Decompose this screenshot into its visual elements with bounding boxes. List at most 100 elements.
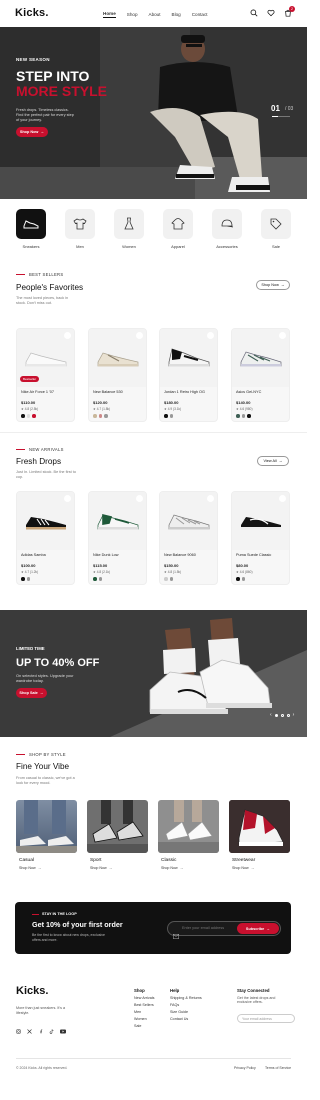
product-price: $140.00 — [236, 400, 251, 405]
category-men[interactable]: Men — [65, 209, 95, 249]
best-sellers-shop-now-button[interactable]: Shop Now → — [256, 280, 290, 290]
privacy-policy-link[interactable]: Privacy Policy — [234, 1066, 256, 1070]
category-accessories[interactable]: Accessories — [212, 209, 242, 249]
slide-current: 01 — [271, 104, 280, 113]
nav-contact[interactable]: Contact — [192, 12, 208, 17]
promo-subtitle: On selected styles. Upgrade your wardrob… — [16, 673, 74, 683]
cart-count-badge: 2 — [289, 6, 295, 12]
product-card[interactable]: New Balance 530 $120.00 ★ 4.7 (1.8k) — [88, 328, 147, 422]
subscribe-button[interactable]: Subscribe → — [237, 923, 279, 934]
category-women[interactable]: Women — [114, 209, 144, 249]
product-card[interactable]: Bestseller Nike Air Force 1 '07 $110.00 ★ … — [16, 328, 75, 422]
youtube-icon[interactable] — [60, 1021, 66, 1039]
product-name: Jordan 1 Retro High OG — [164, 390, 205, 394]
instagram-icon[interactable] — [16, 1021, 21, 1039]
product-rating: ★ 4.6 (980) — [236, 407, 253, 411]
footer-link[interactable]: Contact Us — [170, 1017, 202, 1021]
shoe-image — [240, 351, 281, 367]
shop-sale-button[interactable]: Shop Sale → — [16, 688, 47, 698]
product-card[interactable]: New Balance 9060 $150.00 ★ 4.8 (1.5k) — [159, 491, 218, 585]
product-card[interactable]: Adidas Samba $100.00 ★ 4.7 (1.2k) — [16, 491, 75, 585]
footer-link[interactable]: Sale — [134, 1024, 155, 1028]
product-card[interactable]: Jordan 1 Retro High OG $180.00 ★ 4.9 (3.1k… — [159, 328, 218, 422]
footer-logo[interactable]: Kicks. — [16, 985, 48, 997]
shoe-image — [25, 352, 66, 367]
brand-logo[interactable]: Kicks. — [15, 7, 49, 19]
wishlist-heart-icon[interactable] — [136, 495, 143, 502]
product-price: $120.00 — [93, 400, 108, 405]
footer-link[interactable]: Size Guide — [170, 1010, 202, 1014]
style-card-streetwear[interactable]: Streetwear Shop Now → — [229, 800, 290, 870]
wishlist-heart-icon[interactable] — [279, 332, 286, 339]
heart-icon[interactable] — [267, 9, 275, 17]
footer-link[interactable]: Shipping & Returns — [170, 996, 202, 1000]
nav-home[interactable]: Home — [103, 11, 116, 18]
newsletter-email-input[interactable] — [182, 926, 237, 930]
wishlist-heart-icon[interactable] — [64, 495, 71, 502]
wishlist-heart-icon[interactable] — [207, 332, 214, 339]
cart-icon[interactable]: 2 — [284, 6, 295, 17]
footer-link[interactable]: Men — [134, 1010, 155, 1014]
newsletter-subtitle: Be the first to know about new drops, ex… — [32, 933, 105, 942]
chevron-left-icon[interactable]: ‹ — [270, 712, 272, 718]
product-card[interactable]: Asics Gel-NYC $140.00 ★ 4.6 (980) — [231, 328, 290, 422]
new-arrivals-title: Fresh Drops — [16, 457, 62, 466]
terms-link[interactable]: Terms of Service — [265, 1066, 291, 1070]
sport-photo — [87, 800, 148, 853]
nav-blog[interactable]: Blog — [172, 12, 181, 17]
style-shop-now-link[interactable]: Shop Now → — [232, 866, 290, 870]
footer-link[interactable]: Best Sellers — [134, 1003, 155, 1007]
wishlist-heart-icon[interactable] — [207, 495, 214, 502]
category-sale[interactable]: Sale — [261, 209, 291, 249]
product-name: New Balance 9060 — [164, 553, 196, 557]
carousel-dot[interactable] — [280, 713, 284, 717]
style-shop-now-link[interactable]: Shop Now → — [161, 866, 219, 870]
nav-about[interactable]: About — [149, 12, 161, 17]
vibe-title: Fine Your Vibe — [16, 762, 70, 771]
product-rating: ★ 4.8 (2.1k) — [93, 570, 111, 574]
hero-shop-now-button[interactable]: Shop Now → — [16, 127, 48, 137]
product-card[interactable]: Puma Suede Classic $80.00 ★ 4.6 (860) — [231, 491, 290, 585]
wishlist-heart-icon[interactable] — [279, 495, 286, 502]
view-all-button[interactable]: View All → — [257, 456, 289, 466]
social-links — [16, 1021, 66, 1039]
product-rating: ★ 4.6 (860) — [236, 570, 253, 574]
arrow-right-icon: → — [266, 926, 271, 931]
wishlist-heart-icon[interactable] — [136, 332, 143, 339]
carousel-dot[interactable] — [286, 713, 290, 717]
arrow-right-icon: → — [278, 459, 283, 463]
category-label: Men — [76, 244, 84, 249]
slide-progress[interactable] — [272, 116, 290, 117]
product-price: $80.00 — [236, 563, 249, 568]
carousel-dot[interactable] — [274, 713, 278, 717]
chevron-right-icon[interactable]: › — [293, 712, 295, 718]
x-twitter-icon[interactable] — [27, 1021, 32, 1039]
style-shop-now-link[interactable]: Shop Now → — [19, 866, 77, 870]
casual-photo — [16, 800, 77, 853]
style-card-casual[interactable]: Casual Shop Now → — [16, 800, 77, 870]
search-icon[interactable] — [250, 9, 258, 17]
category-sneakers[interactable]: Sneakers — [16, 209, 46, 249]
tiktok-icon[interactable] — [49, 1021, 54, 1039]
vibe-subtitle: From casual to classic, we've got a look… — [16, 776, 75, 785]
product-rating: ★ 4.8 (2.5k) — [21, 407, 39, 411]
footer-link[interactable]: Women — [134, 1017, 155, 1021]
style-title: Casual — [19, 858, 34, 863]
style-card-sport[interactable]: Sport Shop Now → — [87, 800, 148, 870]
facebook-icon[interactable] — [38, 1021, 43, 1039]
product-rating: ★ 4.8 (1.5k) — [164, 570, 182, 574]
footer-email-input[interactable]: Your email address — [237, 1014, 295, 1023]
style-card-classic[interactable]: Classic Shop Now → — [158, 800, 219, 870]
footer-link[interactable]: FAQs — [170, 1003, 202, 1007]
new-arrivals-subtitle: Just In. Limited stock. Be the first to … — [16, 470, 76, 479]
best-sellers-subtitle: The most loved pieces, back in stock. Do… — [16, 296, 69, 305]
nav-shop[interactable]: Shop — [127, 12, 138, 17]
category-apparel[interactable]: Apparel — [163, 209, 193, 249]
hero-cta-label: Shop Now — [19, 130, 39, 134]
wishlist-heart-icon[interactable] — [64, 332, 71, 339]
footer-link[interactable]: New Arrivals — [134, 996, 155, 1000]
product-card[interactable]: Nike Dunk Low $115.00 ★ 4.8 (2.1k) — [88, 491, 147, 585]
style-shop-now-link[interactable]: Shop Now → — [90, 866, 148, 870]
footer-stay-text: Get the latest drops and exclusive offer… — [237, 996, 276, 1005]
footer-heading: Shop — [134, 988, 145, 993]
